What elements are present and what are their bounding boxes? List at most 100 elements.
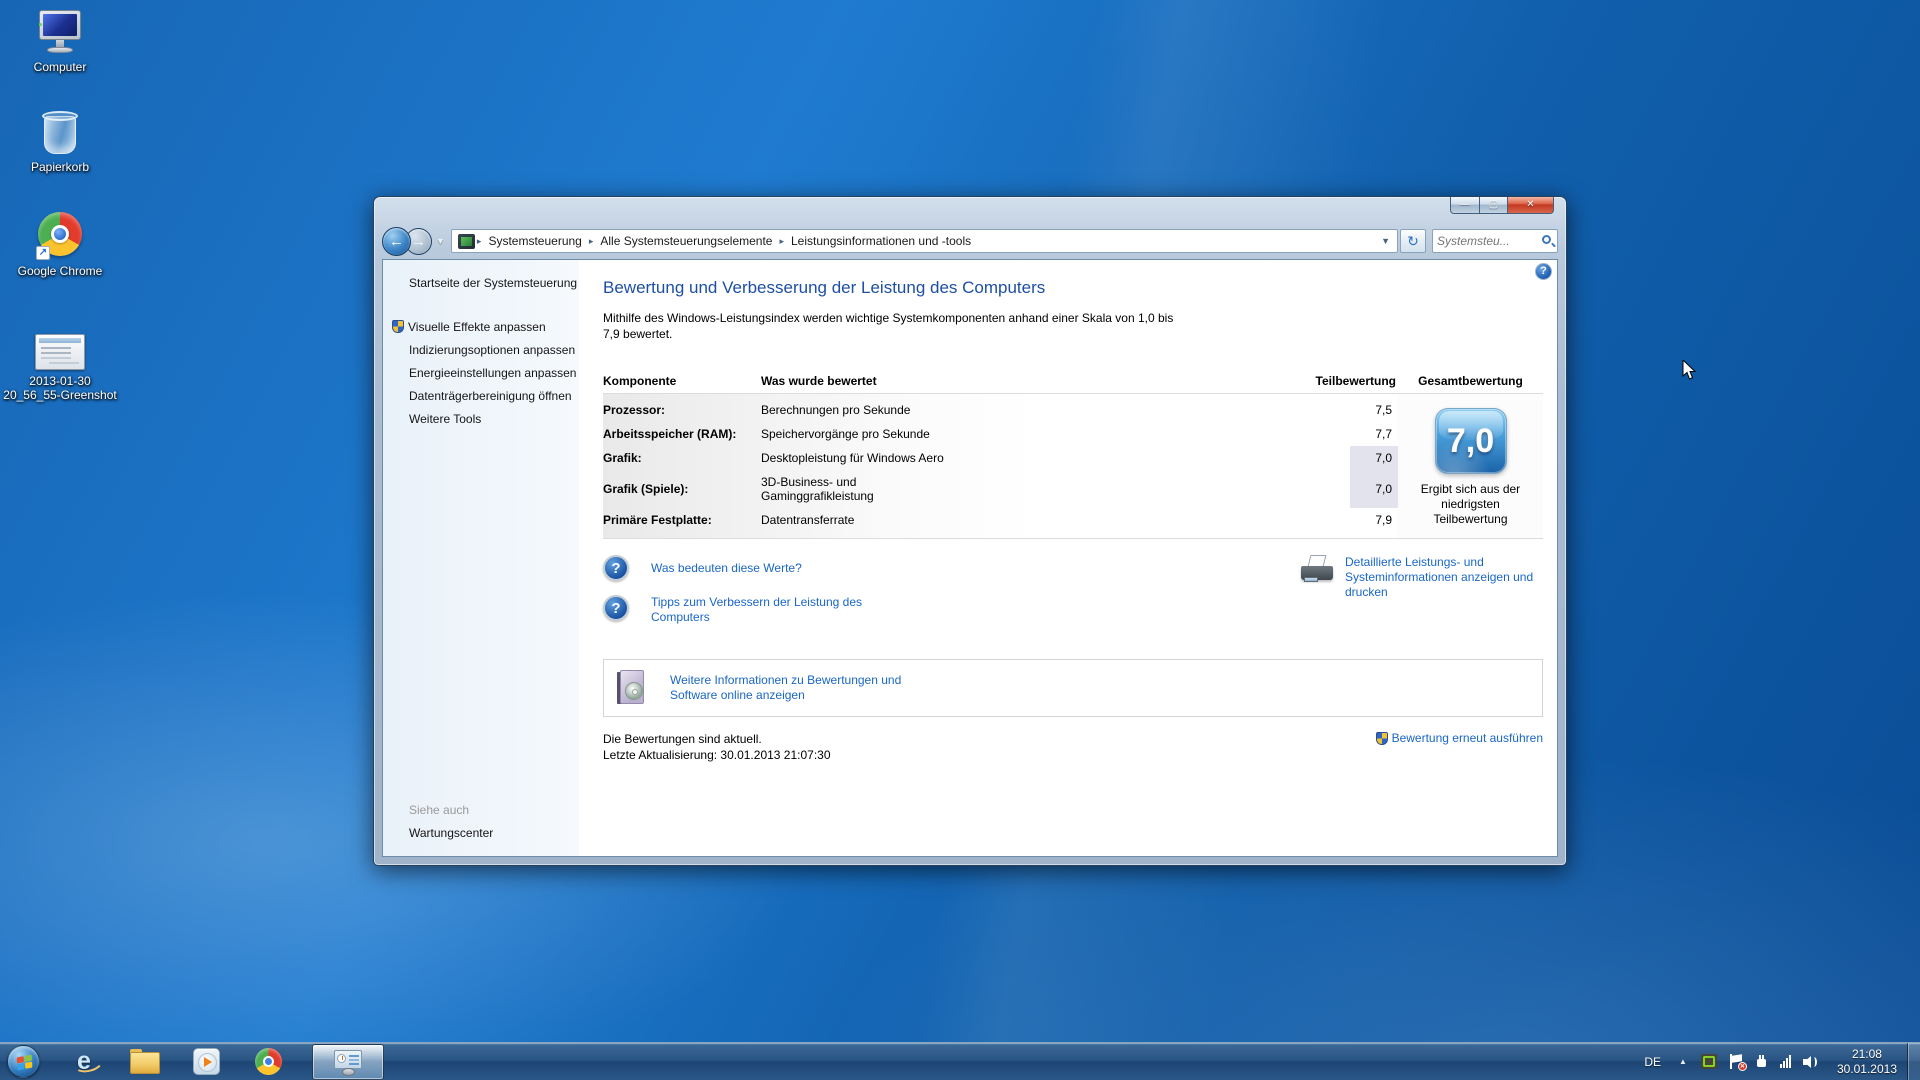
- score-table-header: Komponente Was wurde bewertet Teilbewert…: [603, 368, 1543, 394]
- table-row: Grafik: Desktopleistung für Windows Aero…: [603, 446, 1398, 470]
- help-link-values[interactable]: ? Was bedeuten diese Werte?: [603, 555, 866, 581]
- page-title: Bewertung und Verbesserung der Leistung …: [603, 278, 1543, 298]
- shortcut-arrow-icon: ↗: [36, 246, 50, 260]
- desktop-icon-google-chrome[interactable]: ↗ Google Chrome: [2, 212, 118, 278]
- forward-arrow-icon: →: [411, 233, 426, 250]
- component-assessed: Desktopleistung für Windows Aero: [761, 446, 1350, 470]
- see-also-header: Siehe auch: [409, 803, 493, 817]
- help-link-tips-label[interactable]: Tipps zum Verbessern der Leistung des Co…: [651, 595, 866, 625]
- component-assessed: Datentransferrate: [761, 508, 1350, 532]
- window-controls: — ▢ ✕: [1450, 197, 1554, 214]
- folder-icon: [130, 1052, 158, 1072]
- component-subscore: 7,0: [1350, 446, 1398, 470]
- breadcrumb-item-alle-elemente[interactable]: Alle Systemsteuerungselemente: [593, 234, 779, 248]
- base-score-badge: 7,0: [1435, 408, 1507, 474]
- score-table-body: Prozessor: Berechnungen pro Sekunde 7,5 …: [603, 394, 1398, 538]
- error-badge-icon: ✕: [1738, 1062, 1747, 1071]
- status-last-update: Letzte Aktualisierung: 30.01.2013 21:07:…: [603, 747, 831, 763]
- table-row: Arbeitsspeicher (RAM): Speichervorgänge …: [603, 422, 1398, 446]
- taskbar-item-chrome[interactable]: [242, 1043, 294, 1080]
- rerun-assessment-label[interactable]: Bewertung erneut ausführen: [1392, 731, 1543, 745]
- computer-icon: [36, 10, 84, 56]
- sidebar-item-visuelle-effekte[interactable]: Visuelle Effekte anpassen: [408, 320, 546, 334]
- see-also-section: Siehe auch Wartungscenter: [409, 803, 493, 840]
- sidebar: Startseite der Systemsteuerung Visuelle …: [383, 260, 579, 856]
- sidebar-item-indizierungsoptionen[interactable]: Indizierungsoptionen anpassen: [409, 343, 575, 357]
- help-link-values-label[interactable]: Was bedeuten diese Werte?: [651, 561, 802, 576]
- action-center-flag-icon[interactable]: ✕: [1729, 1054, 1743, 1069]
- recent-pages-chevron-icon[interactable]: ▼: [436, 236, 445, 246]
- desktop-icon-screenshot-file[interactable]: 2013-01-30 20_56_55-Greenshot: [2, 334, 118, 402]
- component-name: Arbeitsspeicher (RAM):: [603, 422, 761, 446]
- address-bar[interactable]: ▸ Systemsteuerung ▸ Alle Systemsteuerung…: [451, 229, 1398, 253]
- performance-tools-icon: [458, 234, 475, 249]
- back-button[interactable]: ←: [382, 227, 411, 256]
- rerun-assessment-link[interactable]: Bewertung erneut ausführen: [1376, 731, 1543, 745]
- show-hidden-icons-icon[interactable]: ▲: [1671, 1057, 1695, 1066]
- desktop-icon-recycle-bin[interactable]: Papierkorb: [2, 110, 118, 174]
- power-plug-icon[interactable]: [1755, 1054, 1768, 1069]
- clock[interactable]: 21:08 30.01.2013: [1825, 1047, 1907, 1077]
- taskbar-item-media-player[interactable]: [180, 1043, 232, 1080]
- internet-explorer-icon: e: [77, 1047, 91, 1076]
- main-panel: ? Bewertung und Verbesserung der Leistun…: [579, 260, 1559, 856]
- uac-shield-icon: [392, 320, 404, 333]
- virtualbox-tray-icon[interactable]: [1701, 1054, 1717, 1069]
- refresh-button[interactable]: ↻: [1400, 229, 1426, 253]
- table-row: Prozessor: Berechnungen pro Sekunde 7,5: [603, 398, 1398, 422]
- component-subscore: 7,5: [1350, 398, 1398, 422]
- question-mark-icon: ?: [603, 555, 629, 581]
- window-titlebar[interactable]: [374, 197, 1566, 227]
- language-indicator[interactable]: DE: [1634, 1055, 1671, 1069]
- recycle-bin-icon: [42, 110, 78, 156]
- volume-icon[interactable]: [1803, 1055, 1819, 1069]
- address-dropdown-chevron-icon[interactable]: ▼: [1374, 230, 1397, 252]
- window-content: Startseite der Systemsteuerung Visuelle …: [382, 259, 1558, 857]
- software-box-icon: [616, 670, 648, 706]
- column-header-total-score: Gesamtbewertung: [1398, 374, 1543, 388]
- printer-icon: [1301, 559, 1335, 587]
- screenshot-file-icon: [35, 334, 85, 370]
- close-button[interactable]: ✕: [1508, 197, 1554, 214]
- uac-shield-icon: [1376, 732, 1388, 745]
- minimize-button[interactable]: —: [1450, 197, 1480, 214]
- help-icon[interactable]: ?: [1535, 263, 1552, 280]
- desktop-icon-label-line1: 2013-01-30: [2, 374, 118, 388]
- column-header-assessed: Was wurde bewertet: [761, 374, 1308, 388]
- help-link-tips[interactable]: ? Tipps zum Verbessern der Leistung des …: [603, 595, 866, 625]
- start-button[interactable]: [7, 1045, 40, 1078]
- taskbar-item-internet-explorer[interactable]: e: [58, 1043, 110, 1080]
- print-details-link[interactable]: Detaillierte Leistungs- und Systeminform…: [1301, 555, 1543, 639]
- search-box: [1432, 229, 1558, 253]
- taskbar-item-explorer[interactable]: [118, 1043, 170, 1080]
- desktop-icon-label: Computer: [2, 60, 118, 74]
- breadcrumb-item-leistungsinformationen[interactable]: Leistungsinformationen und -tools: [784, 234, 978, 248]
- component-name: Primäre Festplatte:: [603, 508, 761, 532]
- sidebar-item-home[interactable]: Startseite der Systemsteuerung: [409, 276, 577, 290]
- status-up-to-date: Die Bewertungen sind aktuell.: [603, 731, 831, 747]
- chrome-icon: ↗: [36, 212, 84, 260]
- sidebar-item-wartungscenter[interactable]: Wartungscenter: [409, 826, 493, 840]
- desktop-icon-label: Papierkorb: [2, 160, 118, 174]
- network-signal-icon[interactable]: [1780, 1055, 1791, 1068]
- desktop-icon-label: Google Chrome: [2, 264, 118, 278]
- system-tray: DE ▲ ✕ 21:08 30.01.2013: [1634, 1043, 1920, 1080]
- print-details-label[interactable]: Detaillierte Leistungs- und Systeminform…: [1345, 555, 1543, 639]
- clock-date: 30.01.2013: [1837, 1062, 1897, 1077]
- taskbar: e DE ▲ ✕ 21:08 30.01: [0, 1042, 1920, 1080]
- score-table: Komponente Was wurde bewertet Teilbewert…: [603, 368, 1543, 539]
- online-info-link[interactable]: Weitere Informationen zu Bewertungen und…: [670, 673, 950, 703]
- column-header-component: Komponente: [603, 374, 761, 388]
- sidebar-item-weitere-tools[interactable]: Weitere Tools: [409, 412, 481, 426]
- desktop-icon-computer[interactable]: Computer: [2, 10, 118, 74]
- search-input[interactable]: [1433, 234, 1533, 248]
- breadcrumb-item-systemsteuerung[interactable]: Systemsteuerung: [481, 234, 588, 248]
- windows-logo-icon: [17, 1055, 33, 1071]
- sidebar-item-datentraegerbereinigung[interactable]: Datenträgerbereinigung öffnen: [409, 389, 572, 403]
- show-desktop-button[interactable]: [1907, 1043, 1920, 1080]
- maximize-button[interactable]: ▢: [1480, 197, 1508, 214]
- component-assessed: Berechnungen pro Sekunde: [761, 398, 1350, 422]
- column-header-subscore: Teilbewertung: [1308, 374, 1398, 388]
- taskbar-item-performance-tools-active[interactable]: [312, 1044, 384, 1080]
- sidebar-item-energieeinstellungen[interactable]: Energieeinstellungen anpassen: [409, 366, 576, 380]
